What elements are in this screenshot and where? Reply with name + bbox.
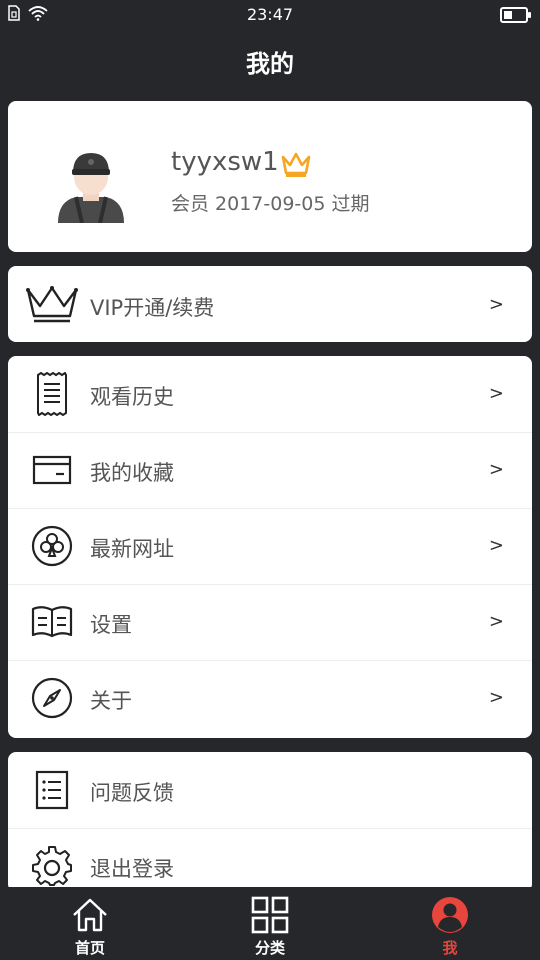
- vip-row[interactable]: VIP开通/续费 >: [8, 266, 532, 342]
- chevron-right-icon: >: [488, 535, 504, 556]
- menu-label: 问题反馈: [90, 781, 174, 805]
- nav-me[interactable]: 我: [360, 887, 540, 960]
- user-icon: [432, 897, 468, 933]
- wallet-icon: [24, 442, 80, 498]
- menu-label: 退出登录: [90, 857, 174, 881]
- page-title: 我的: [246, 50, 294, 78]
- menu-label: 观看历史: [90, 385, 174, 409]
- menu-item-history[interactable]: 观看历史 >: [8, 356, 532, 433]
- compass-icon: [24, 670, 80, 726]
- nav-category[interactable]: 分类: [180, 887, 360, 960]
- receipt-icon: [24, 366, 80, 422]
- crown-icon: [24, 276, 80, 332]
- menu-label: 最新网址: [90, 537, 174, 561]
- battery-icon: [500, 7, 531, 23]
- chevron-right-icon: >: [488, 459, 504, 480]
- list-doc-icon: [24, 762, 80, 818]
- menu-item-favorites[interactable]: 我的收藏 >: [8, 432, 532, 509]
- home-icon: [73, 898, 107, 932]
- chevron-right-icon: >: [488, 294, 504, 315]
- status-time: 23:47: [246, 5, 294, 24]
- profile-card[interactable]: tyyxsw1 会员 2017-09-05 过期: [8, 101, 532, 252]
- menu-card: 观看历史 > 我的收藏 > 最新网址 > 设置 > 关于 >: [8, 356, 532, 738]
- bottom-nav: 首页 分类 我: [0, 887, 540, 960]
- vip-label: VIP开通/续费: [90, 296, 215, 320]
- menu-item-latest-url[interactable]: 最新网址 >: [8, 508, 532, 585]
- chevron-right-icon: >: [488, 611, 504, 632]
- username: tyyxsw1: [171, 147, 279, 177]
- avatar[interactable]: [52, 143, 130, 223]
- nav-label: 首页: [74, 939, 105, 957]
- chevron-right-icon: >: [488, 687, 504, 708]
- crown-badge-icon: [281, 152, 311, 177]
- nav-label: 我: [442, 939, 458, 957]
- status-bar: 23:47: [0, 0, 540, 30]
- grid-icon: [251, 896, 289, 934]
- gear-icon: [24, 838, 80, 892]
- chevron-right-icon: >: [488, 383, 504, 404]
- menu-item-settings[interactable]: 设置 >: [8, 584, 532, 661]
- book-icon: [24, 594, 80, 650]
- menu-item-about[interactable]: 关于 >: [8, 660, 532, 736]
- menu-label: 我的收藏: [90, 461, 174, 485]
- menu-item-logout[interactable]: 退出登录: [8, 828, 532, 892]
- member-expiry: 会员 2017-09-05 过期: [171, 193, 370, 215]
- menu-card-secondary: 问题反馈 退出登录: [8, 752, 532, 892]
- menu-label: 设置: [90, 613, 132, 637]
- menu-item-feedback[interactable]: 问题反馈: [8, 752, 532, 829]
- nav-home[interactable]: 首页: [0, 887, 180, 960]
- club-icon: [24, 518, 80, 574]
- menu-label: 关于: [90, 689, 132, 713]
- nav-label: 分类: [254, 939, 285, 957]
